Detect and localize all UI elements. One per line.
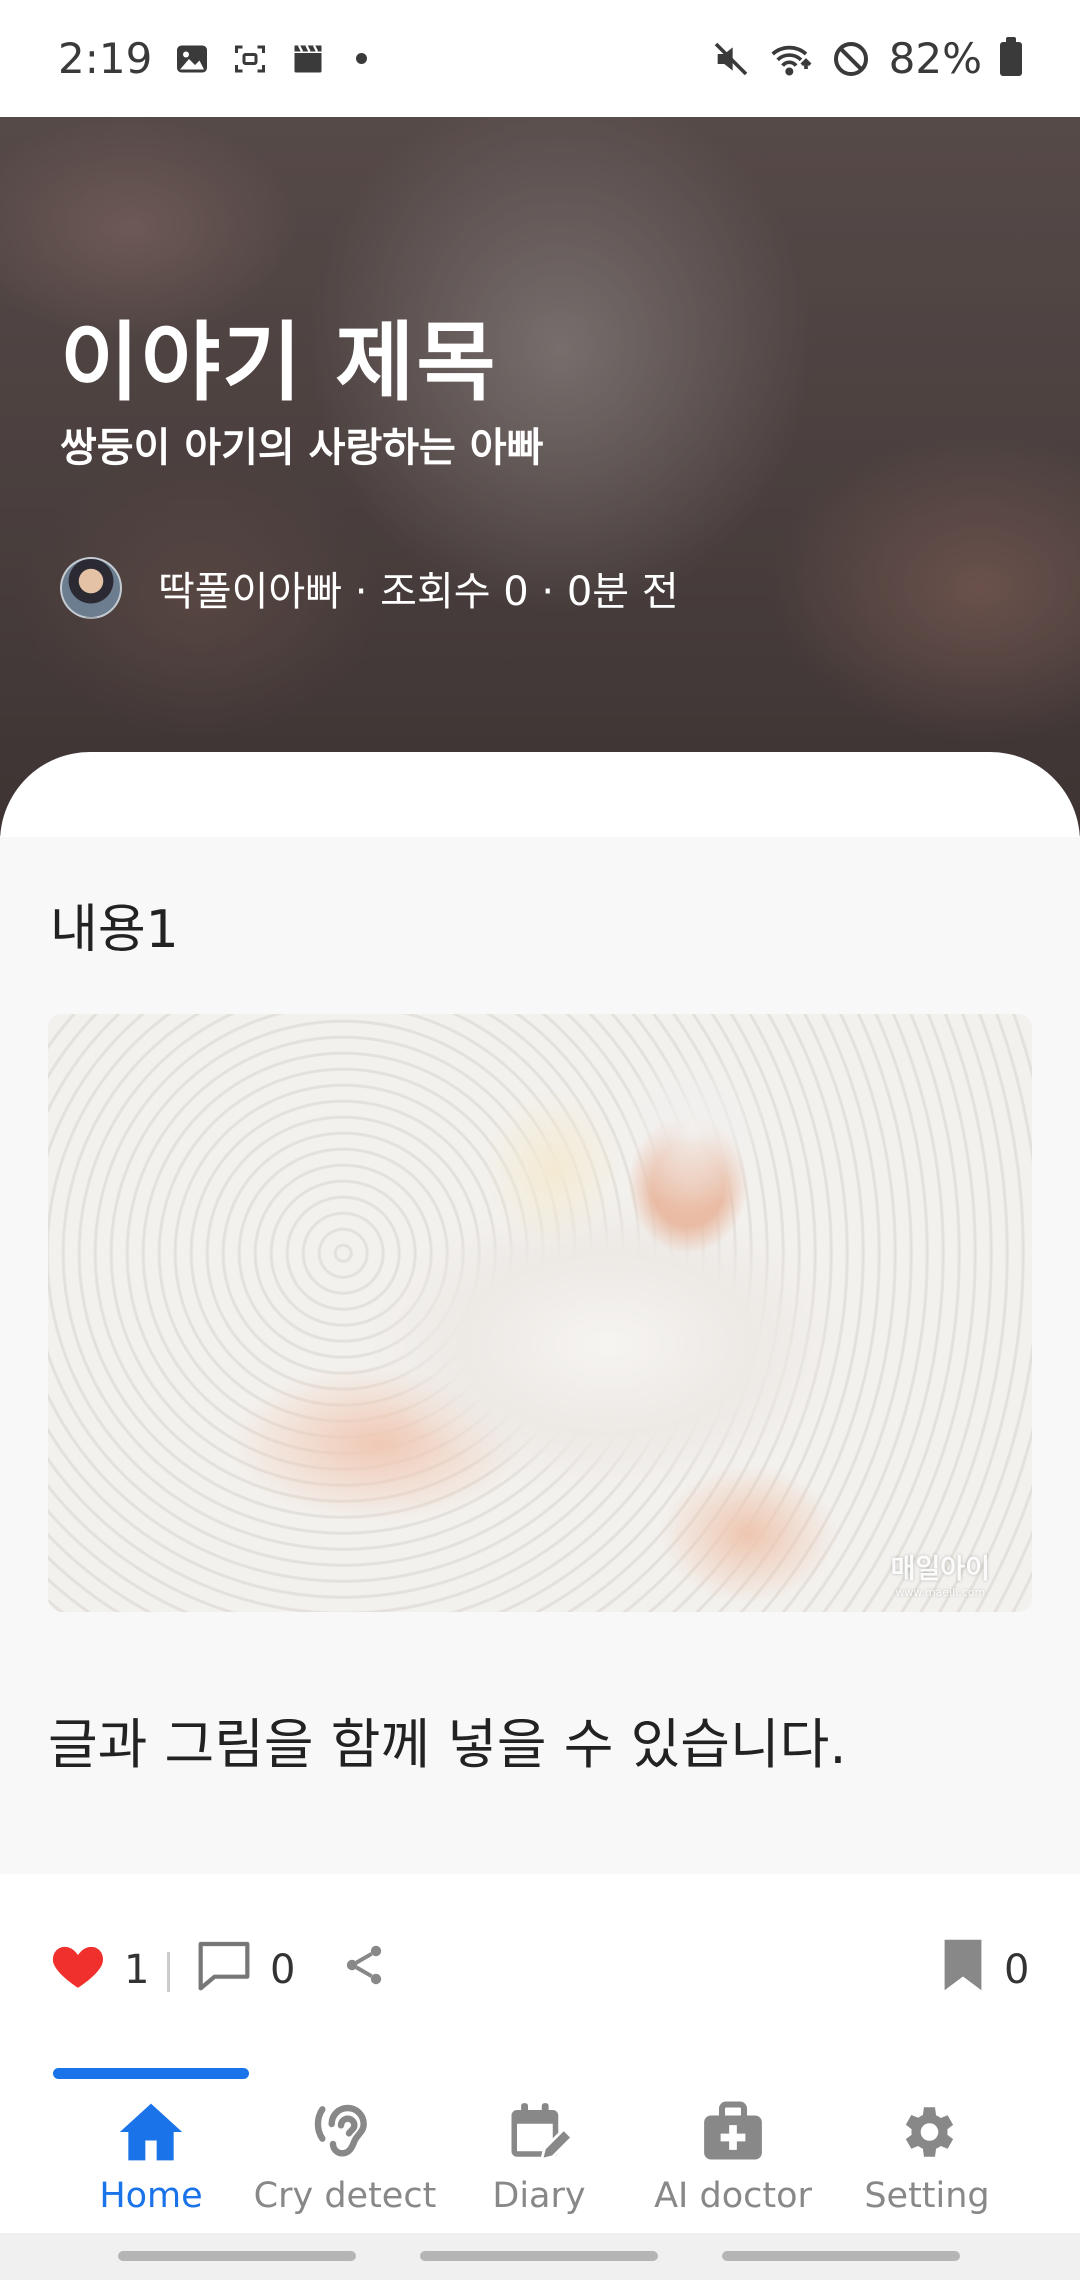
story-subtitle: 쌍둥이 아기의 사랑하는 아빠 [60,425,544,471]
gesture-pill-left[interactable] [118,2251,356,2261]
like-button[interactable]: 1 [50,1940,149,2000]
nav-cry-detect[interactable]: Cry detect [247,2096,443,2226]
action-bar: 1 0 0 [0,1874,1080,2064]
status-bar: 2:19 82% [0,0,1080,117]
story-body-text: 글과 그림을 함께 넣을 수 있습니다. [48,1713,847,1776]
heart-icon [50,1940,106,2000]
image-icon [174,41,210,77]
gear-icon [892,2096,962,2168]
no-disturb-icon [831,39,871,79]
gesture-navigation-bar [0,2233,1080,2280]
gesture-pill-center[interactable] [420,2251,658,2261]
author-avatar[interactable] [60,557,122,619]
screenshot-icon [232,41,268,77]
mute-icon [711,39,751,79]
like-count: 1 [124,1947,150,1993]
status-time: 2:19 [58,34,153,83]
medical-kit-icon [698,2096,768,2168]
nav-ai-doctor[interactable]: AI doctor [635,2096,831,2226]
comment-count: 0 [270,1947,296,1993]
bookmark-button[interactable]: 0 [940,1937,1030,2003]
battery-percent: 82% [888,34,982,83]
nav-home[interactable]: Home [53,2096,249,2226]
home-icon [116,2096,186,2168]
share-button[interactable] [340,1940,388,2000]
notification-dot-icon [356,53,368,64]
battery-icon [1000,36,1022,76]
nav-ai-doctor-label: AI doctor [654,2176,812,2216]
nav-diary-label: Diary [492,2176,586,2216]
wifi-icon [769,39,813,79]
clapperboard-icon [290,41,326,77]
photo-watermark: 매일아이 www.maeili.com [891,1556,990,1598]
nav-setting[interactable]: Setting [829,2096,1025,2226]
bookmark-count: 0 [1004,1947,1030,1993]
share-icon [340,1941,388,1999]
bottom-navigation: Home Cry detect Diary AI doctor Setting [0,2048,1080,2233]
author-meta: 딱풀이아빠 · 조회수 0 · 0분 전 [60,557,679,619]
author-meta-text: 딱풀이아빠 · 조회수 0 · 0분 전 [158,569,679,615]
story-content: 내용1 매일아이 www.maeili.com 글과 그림을 함께 넣을 수 있… [0,836,1080,1874]
comment-button[interactable]: 0 [196,1940,295,2000]
baby-photo[interactable]: 매일아이 www.maeili.com [48,1014,1032,1612]
calendar-edit-icon [504,2096,574,2168]
watermark-text: 매일아이 [890,1554,990,1585]
section-label: 내용1 [50,900,179,960]
hero-curve [0,752,1080,837]
story-hero-banner: 이야기 제목 쌍둥이 아기의 사랑하는 아빠 딱풀이아빠 · 조회수 0 · 0… [0,117,1080,837]
bookmark-icon [940,1937,986,2003]
watermark-url: www.maeili.com [895,1586,986,1599]
story-title: 이야기 제목 [60,313,498,413]
nav-diary[interactable]: Diary [441,2096,637,2226]
ear-icon [310,2096,380,2168]
action-separator [167,1952,170,1992]
comment-icon [196,1939,252,2001]
nav-setting-label: Setting [864,2176,990,2216]
gesture-pill-right[interactable] [722,2251,960,2261]
nav-home-label: Home [99,2176,203,2216]
nav-active-indicator [53,2068,249,2079]
nav-cry-detect-label: Cry detect [253,2176,437,2216]
